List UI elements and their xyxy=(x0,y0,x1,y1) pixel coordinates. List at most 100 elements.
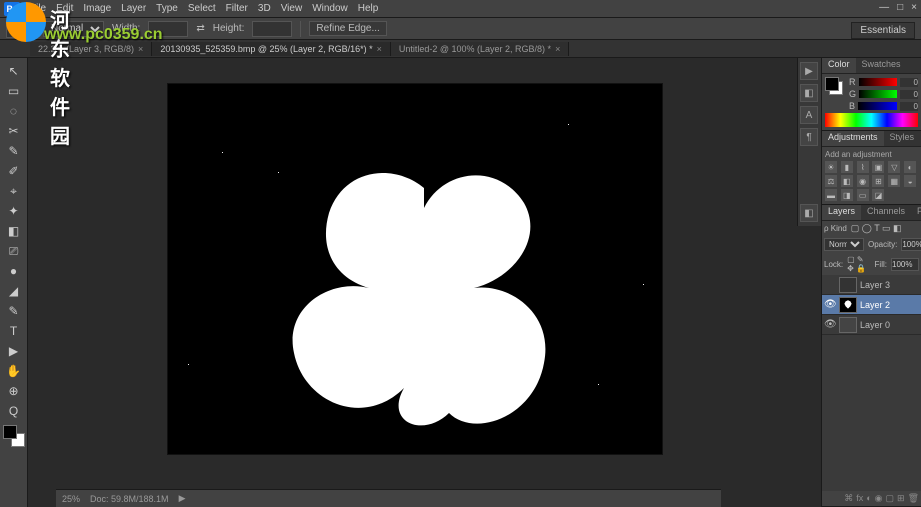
r-slider[interactable] xyxy=(859,78,898,86)
pen-tool[interactable]: ✎ xyxy=(3,302,25,320)
layer-name[interactable]: Layer 2 xyxy=(860,300,890,310)
layer-row[interactable]: 👁 Layer 2 xyxy=(822,295,921,315)
eyedropper-tool[interactable]: ✎ xyxy=(3,142,25,160)
fg-swatch[interactable] xyxy=(825,77,839,91)
new-layer-icon[interactable]: ⊞ xyxy=(897,493,905,504)
workspace-switcher[interactable]: Essentials xyxy=(851,22,915,39)
blur-tool[interactable]: ◢ xyxy=(3,282,25,300)
hue-icon[interactable]: ◐ xyxy=(904,161,916,173)
g-value[interactable]: 0 xyxy=(900,90,918,99)
selectivecolor-icon[interactable]: ◪ xyxy=(872,189,884,201)
link-layers-icon[interactable]: ⌘ xyxy=(844,493,853,504)
zoom-tool[interactable]: ⊕ xyxy=(3,382,25,400)
layer-row[interactable]: 👁 Layer 0 xyxy=(822,315,921,335)
channelmixer-icon[interactable]: ⊞ xyxy=(872,175,884,187)
b-slider[interactable] xyxy=(858,102,897,110)
active-tool-icon[interactable] xyxy=(6,20,26,38)
maximize-button[interactable]: □ xyxy=(897,2,903,13)
paths-tab[interactable]: Paths xyxy=(911,205,921,220)
canvas-area[interactable]: 25% Doc: 59.8M/188.1M ▶ xyxy=(28,58,821,507)
gradientmap-icon[interactable]: ▭ xyxy=(857,189,869,201)
menu-help[interactable]: Help xyxy=(358,3,379,14)
layer-thumbnail[interactable] xyxy=(839,277,857,293)
color-swatches[interactable] xyxy=(3,425,25,447)
eraser-tool[interactable]: ⎚ xyxy=(3,242,25,260)
layer-thumbnail[interactable] xyxy=(839,317,857,333)
invert-icon[interactable]: ◒ xyxy=(904,175,916,187)
healing-tool[interactable]: ✐ xyxy=(3,162,25,180)
layer-row[interactable]: Layer 3 xyxy=(822,275,921,295)
opacity-input[interactable] xyxy=(901,238,921,251)
posterize-icon[interactable]: ▬ xyxy=(825,189,837,201)
menu-3d[interactable]: 3D xyxy=(258,3,271,14)
levels-icon[interactable]: ▮ xyxy=(841,161,853,173)
kind-filter[interactable]: ρ Kind xyxy=(824,224,847,233)
document-tab[interactable]: 20130935_525359.bmp @ 25% (Layer 2, RGB/… xyxy=(152,42,391,56)
width-input[interactable] xyxy=(148,21,188,37)
new-fill-icon[interactable]: ◉ xyxy=(875,493,883,504)
history-brush-tool[interactable]: ◧ xyxy=(3,222,25,240)
lock-icons[interactable]: ▢ ✎ ✥ 🔒 xyxy=(847,255,870,273)
swap-icon[interactable]: ⇄ xyxy=(196,23,204,34)
marquee-tool[interactable]: ▭ xyxy=(3,82,25,100)
layers-panel-icon[interactable]: ◧ xyxy=(800,204,818,222)
vibrance-icon[interactable]: ▽ xyxy=(888,161,900,173)
colorbalance-icon[interactable]: ⚖ xyxy=(825,175,837,187)
minimize-button[interactable]: — xyxy=(879,2,889,13)
fill-input[interactable] xyxy=(891,258,919,271)
height-input[interactable] xyxy=(252,21,292,37)
mode-select[interactable]: Normal xyxy=(43,21,104,37)
visibility-toggle[interactable]: 👁 xyxy=(824,299,836,310)
exposure-icon[interactable]: ▣ xyxy=(872,161,884,173)
menu-image[interactable]: Image xyxy=(83,3,111,14)
delete-layer-icon[interactable]: 🗑 xyxy=(908,493,919,504)
layers-tab[interactable]: Layers xyxy=(822,205,861,220)
refine-edge-button[interactable]: Refine Edge... xyxy=(309,21,386,36)
close-button[interactable]: × xyxy=(911,2,917,13)
properties-panel-icon[interactable]: ◧ xyxy=(800,84,818,102)
colorlookup-icon[interactable]: ▦ xyxy=(888,175,900,187)
color-spectrum[interactable] xyxy=(825,113,918,127)
visibility-toggle[interactable]: 👁 xyxy=(824,319,836,330)
crop-tool[interactable]: ✂ xyxy=(3,122,25,140)
layer-name[interactable]: Layer 0 xyxy=(860,320,890,330)
type-tool[interactable]: T xyxy=(3,322,25,340)
document-tab[interactable]: Untitled-2 @ 100% (Layer 2, RGB/8) *× xyxy=(391,42,569,56)
styles-tab[interactable]: Styles xyxy=(884,131,921,146)
menu-layer[interactable]: Layer xyxy=(121,3,146,14)
new-group-icon[interactable]: ▢ xyxy=(886,493,895,504)
path-tool[interactable]: ▶ xyxy=(3,342,25,360)
curves-icon[interactable]: ⌇ xyxy=(857,161,869,173)
history-panel-icon[interactable]: ▶ xyxy=(800,62,818,80)
document-tab[interactable]: 22.2% (Layer 3, RGB/8)× xyxy=(30,42,152,56)
adjustments-tab[interactable]: Adjustments xyxy=(822,131,884,146)
menu-type[interactable]: Type xyxy=(156,3,178,14)
paragraph-panel-icon[interactable]: ¶ xyxy=(800,128,818,146)
menu-file[interactable]: File xyxy=(30,3,46,14)
quickmask-tool[interactable]: Q xyxy=(3,402,25,420)
gradient-tool[interactable]: ● xyxy=(3,262,25,280)
swatches-tab[interactable]: Swatches xyxy=(856,58,907,73)
zoom-level[interactable]: 25% xyxy=(62,494,80,504)
layer-mask-icon[interactable]: ◐ xyxy=(866,493,871,504)
filter-icons[interactable]: ▢ ◯ T ▭ ◧ xyxy=(851,223,919,234)
layer-name[interactable]: Layer 3 xyxy=(860,280,890,290)
character-panel-icon[interactable]: A xyxy=(800,106,818,124)
stamp-tool[interactable]: ✦ xyxy=(3,202,25,220)
menu-filter[interactable]: Filter xyxy=(226,3,248,14)
statusbar-arrow-icon[interactable]: ▶ xyxy=(179,493,186,504)
tab-close-icon[interactable]: × xyxy=(555,44,560,54)
move-tool[interactable]: ↖ xyxy=(3,62,25,80)
lasso-tool[interactable]: ◌ xyxy=(3,102,25,120)
hand-tool[interactable]: ✋ xyxy=(3,362,25,380)
menu-view[interactable]: View xyxy=(281,3,303,14)
tab-close-icon[interactable]: × xyxy=(138,44,143,54)
menu-window[interactable]: Window xyxy=(312,3,348,14)
brush-tool[interactable]: ⌖ xyxy=(3,182,25,200)
app-logo-icon[interactable]: Ps xyxy=(4,2,20,16)
b-value[interactable]: 0 xyxy=(900,102,918,111)
g-slider[interactable] xyxy=(859,90,897,98)
layer-thumbnail[interactable] xyxy=(839,297,857,313)
foreground-color-swatch[interactable] xyxy=(3,425,17,439)
menu-select[interactable]: Select xyxy=(188,3,216,14)
